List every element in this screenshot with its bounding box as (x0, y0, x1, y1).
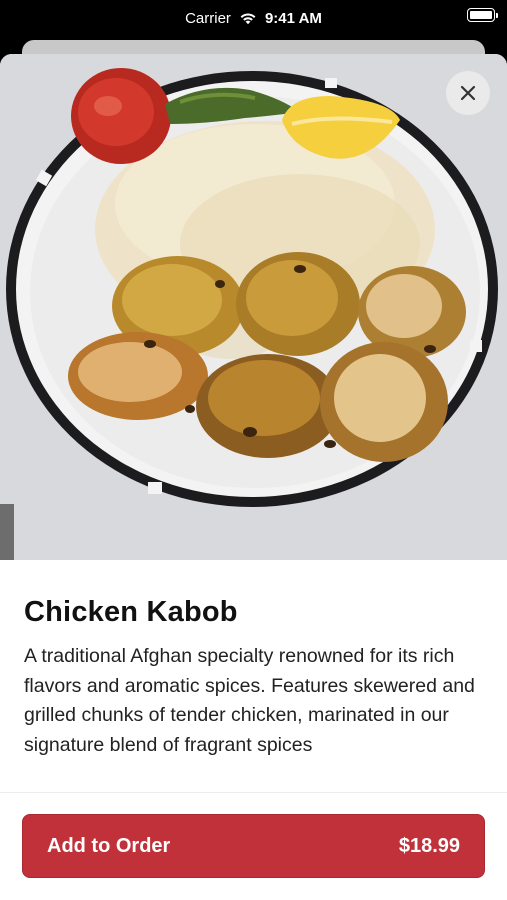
close-button[interactable] (446, 71, 490, 115)
item-detail-sheet: Chicken Kabob A traditional Afghan speci… (0, 54, 507, 900)
status-center: Carrier 9:41 AM (185, 10, 322, 27)
add-to-order-button[interactable]: Add to Order $18.99 (22, 814, 485, 878)
item-description: A traditional Afghan specialty renowned … (24, 645, 475, 756)
food-photo (0, 54, 507, 560)
status-bar: Carrier 9:41 AM (0, 0, 507, 36)
battery-icon (467, 8, 498, 22)
food-photo-graphic (0, 54, 507, 560)
close-icon (460, 85, 476, 101)
wifi-icon (240, 13, 256, 25)
battery-level (470, 11, 492, 19)
clock: 9:41 AM (264, 9, 322, 27)
item-price: $18.99 (398, 834, 460, 857)
item-details: Chicken Kabob A traditional Afghan speci… (24, 594, 484, 760)
add-to-order-label: Add to Order (47, 834, 171, 857)
divider (0, 792, 507, 793)
item-title: Chicken Kabob (24, 596, 238, 628)
carrier-label: Carrier (185, 9, 231, 27)
